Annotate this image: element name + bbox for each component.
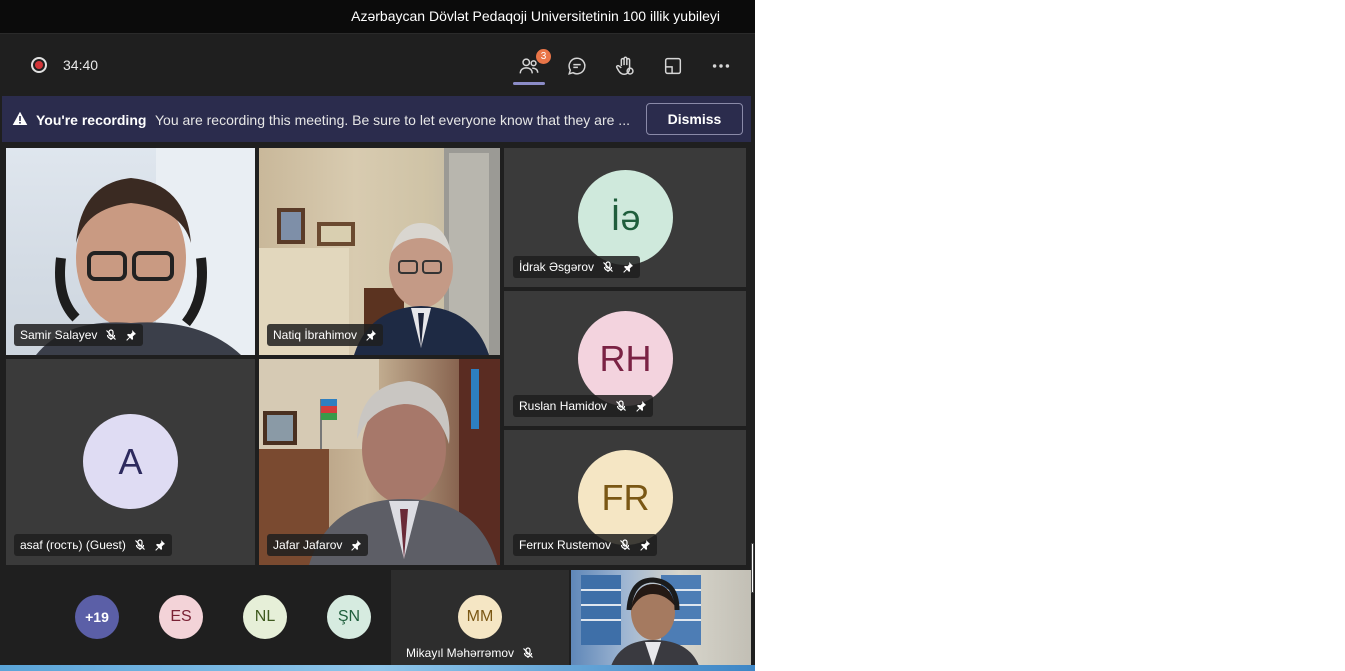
participant-avatar: RH	[578, 311, 673, 406]
chat-icon	[568, 57, 586, 75]
participant-avatar: FR	[578, 450, 673, 545]
title-bar: Azərbaycan Dövlət Pedaqoji Universitetin…	[0, 0, 755, 34]
recording-banner-message: You are recording this meeting. Be sure …	[155, 112, 630, 128]
video-tile-jafar-jafarov[interactable]: Jafar Jafarov	[259, 359, 500, 565]
taskbar-edge	[0, 665, 755, 671]
share-tray-icon	[664, 57, 682, 75]
participant-name: Mikayıl Məhərrəmov	[406, 646, 515, 660]
share-tray-button[interactable]	[657, 51, 689, 81]
video-tile-samir-salayev[interactable]: Samir Salayev	[6, 148, 255, 355]
participant-avatar-small[interactable]: NL	[243, 595, 287, 639]
pin-icon	[154, 539, 166, 551]
pin-icon	[350, 539, 362, 551]
mic-off-icon	[615, 400, 627, 412]
recording-banner-title: You're recording	[36, 112, 147, 128]
participant-name: Natiq İbrahimov	[273, 328, 358, 342]
chat-button[interactable]	[561, 51, 593, 81]
more-participants-button[interactable]: +19	[75, 595, 119, 639]
participant-name-tag: Jafar Jafarov	[267, 534, 369, 556]
participant-video	[581, 575, 701, 666]
video-tile-natiq-ibrahimov[interactable]: Natiq İbrahimov	[259, 148, 500, 355]
participants-count-badge: 3	[536, 49, 551, 64]
participant-name: asaf (гость) (Guest)	[20, 538, 126, 552]
video-tile-ferrux-rustemov[interactable]: FR Ferrux Rustemov	[504, 430, 746, 565]
more-options-icon	[712, 64, 730, 68]
warning-icon	[12, 111, 28, 125]
meeting-title: Azərbaycan Dövlət Pedaqoji Universitetin…	[351, 8, 720, 24]
participant-name: Samir Salayev	[20, 328, 98, 342]
mic-off-icon	[105, 329, 117, 341]
recording-banner: You're recording You are recording this …	[2, 96, 751, 142]
meeting-timer: 34:40	[63, 57, 99, 73]
meeting-controls: 34:40 3	[0, 35, 755, 95]
video-tile-idrak-asgarov[interactable]: İə İdrak Əsgərov	[504, 148, 746, 287]
people-button[interactable]: 3	[513, 49, 551, 85]
pin-icon	[635, 400, 647, 412]
raise-hand-icon	[615, 56, 634, 75]
raise-hand-button[interactable]	[609, 51, 641, 81]
participant-name: Ruslan Hamidov	[519, 399, 608, 413]
participant-name-tag: Natiq İbrahimov	[267, 324, 384, 346]
participant-strip: +19 ES NL ŞN MM Mikayıl Məhərrəmov	[0, 568, 755, 666]
pin-icon	[622, 261, 634, 273]
video-tile-ruslan-hamidov[interactable]: RH Ruslan Hamidov	[504, 291, 746, 426]
recording-icon	[31, 57, 47, 73]
mic-off-icon	[602, 261, 614, 273]
participant-name: İdrak Əsgərov	[519, 260, 595, 274]
pin-icon	[365, 329, 377, 341]
participant-avatar: İə	[578, 170, 673, 265]
video-tile-asaf-guest[interactable]: A asaf (гость) (Guest)	[6, 359, 255, 565]
participant-name-tag: Samir Salayev	[14, 324, 144, 346]
mic-off-icon	[134, 539, 146, 551]
mic-off-icon	[522, 647, 534, 659]
pin-icon	[639, 539, 651, 551]
video-tile-mikayil-maharramov[interactable]: MM Mikayıl Məhərrəmov	[391, 570, 569, 666]
mic-off-icon	[619, 539, 631, 551]
participant-name: Jafar Jafarov	[273, 538, 343, 552]
participant-avatar-small[interactable]: ŞN	[327, 595, 371, 639]
self-view-video[interactable]	[571, 570, 751, 666]
participant-avatar: A	[83, 414, 178, 509]
participant-avatar-small[interactable]: ES	[159, 595, 203, 639]
more-options-button[interactable]	[705, 51, 737, 81]
participant-name-tag: Ruslan Hamidov	[513, 395, 654, 417]
participant-name-tag: asaf (гость) (Guest)	[14, 534, 172, 556]
participant-name: Ferrux Rustemov	[519, 538, 612, 552]
teams-meeting-window: Azərbaycan Dövlət Pedaqoji Universitetin…	[0, 0, 755, 671]
pin-icon	[125, 329, 137, 341]
dismiss-button[interactable]: Dismiss	[646, 103, 743, 135]
participant-avatar-small: MM	[458, 595, 502, 639]
scroll-indicator[interactable]	[751, 543, 754, 593]
participant-name-tag: Ferrux Rustemov	[513, 534, 658, 556]
participant-name-tag: Mikayıl Məhərrəmov	[406, 646, 534, 660]
participant-name-tag: İdrak Əsgərov	[513, 256, 641, 278]
